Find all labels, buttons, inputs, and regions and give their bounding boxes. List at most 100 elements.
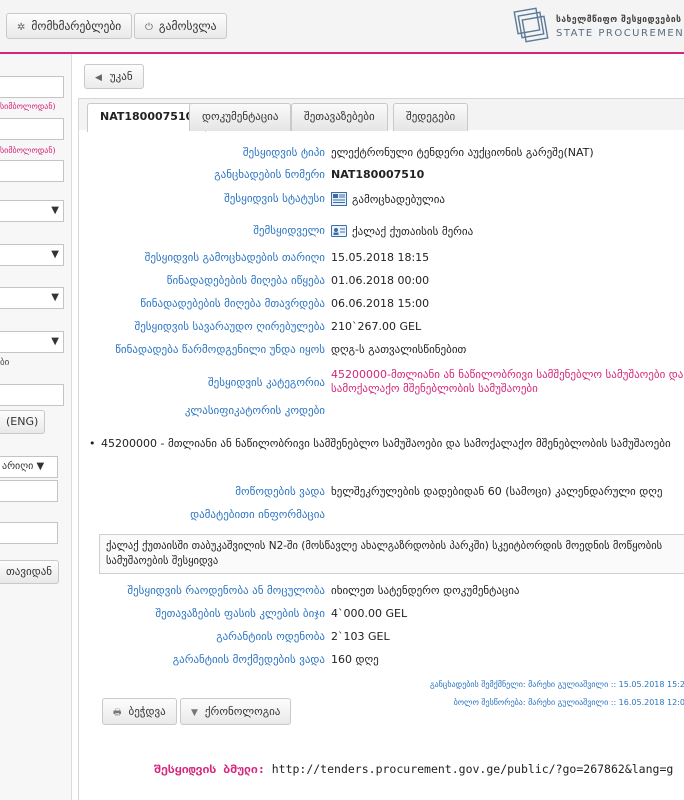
users-button[interactable]: ✲ მომხმარებლები bbox=[6, 13, 133, 39]
last-modified-meta: ბოლო შესწორება: მარეხი გულიაშვილი :: 16.… bbox=[453, 698, 684, 707]
detail-value: იხილეთ სატენდერო დოკუმენტაცია bbox=[331, 584, 520, 597]
tab-offers[interactable]: შეთავაზებები bbox=[291, 103, 388, 131]
back-button[interactable]: ◀ უკან bbox=[84, 64, 144, 89]
detail-label: განცხადების ნომერი bbox=[214, 168, 325, 181]
tender-link-row: შესყიდვის ბმული: http://tenders.procurem… bbox=[154, 762, 673, 776]
buyer-card-icon[interactable] bbox=[331, 224, 347, 238]
tender-link-url[interactable]: http://tenders.procurement.gov.ge/public… bbox=[272, 762, 674, 776]
logo-text-english: STATE PROCUREMENT AG bbox=[556, 28, 684, 39]
sidebar-input-5[interactable] bbox=[0, 480, 58, 502]
chevron-down-icon: ▼ bbox=[191, 708, 198, 718]
detail-label: გარანტიის მოქმედების ვადა bbox=[172, 653, 325, 666]
detail-value-wrap: გამოცხადებულია bbox=[331, 192, 445, 206]
chevron-left-icon: ◀ bbox=[95, 73, 102, 83]
detail-value: 01.06.2018 00:00 bbox=[331, 274, 430, 287]
users-button-label: მომხმარებლები bbox=[31, 19, 122, 33]
detail-label: გარანტიის ოდენობა bbox=[216, 630, 325, 643]
logo-text-georgian: სახელმწიფო შესყიდვების სააგ bbox=[556, 15, 684, 25]
cpv-list-item: • 45200000 - მთლიანი ან ნაწილობრივი სამშ… bbox=[89, 436, 671, 452]
detail-label: შესყიდვის რაოდენობა ან მოცულობა bbox=[127, 584, 325, 597]
detail-label: შეთავაზების ფასის კლების ბიჯი bbox=[155, 607, 325, 620]
detail-value: ხელშეკრულების დადებიდან 60 (სამოცი) კალე… bbox=[331, 485, 663, 498]
detail-value: NAT180007510 bbox=[331, 168, 425, 181]
logout-button[interactable]: ⏻ გამოსვლა bbox=[134, 13, 228, 39]
detail-label: დამატებითი ინფორმაცია bbox=[190, 508, 325, 521]
print-button-label: ბეჭდვა bbox=[128, 705, 166, 718]
detail-label: შესყიდვის სტატუსი bbox=[224, 192, 325, 205]
detail-row: შესყიდვის რაოდენობა ან მოცულობა იხილეთ ს… bbox=[79, 584, 684, 602]
chevron-down-icon: ▼ bbox=[51, 249, 59, 260]
search-sidebar: სიმბოლოდან) სიმბოლოდან) ▼ ▼ ▼ ▼ ბი (ENG)… bbox=[0, 54, 72, 800]
detail-value: ქალაქ ქუთაისის მერია bbox=[352, 225, 474, 238]
main-panel: ◀ უკან NAT180007510 დოკუმენტაცია შეთავაზე… bbox=[72, 54, 684, 800]
sidebar-input-3[interactable] bbox=[0, 160, 64, 182]
sidebar-input-2[interactable] bbox=[0, 118, 64, 140]
detail-row: გარანტიის ოდენობა 2`103 GEL bbox=[79, 630, 684, 648]
eng-button[interactable]: (ENG) bbox=[0, 410, 46, 434]
detail-row: განცხადების ნომერი NAT180007510 bbox=[79, 168, 684, 186]
detail-label: წინადადებების მიღება იწყება bbox=[166, 274, 325, 287]
detail-value: 2`103 GEL bbox=[331, 630, 390, 643]
detail-row: შეთავაზების ფასის კლების ბიჯი 4`000.00 G… bbox=[79, 607, 684, 625]
sidebar-select-3[interactable]: ▼ bbox=[0, 287, 64, 309]
detail-row: მოწოდების ვადა ხელშეკრულების დადებიდან 6… bbox=[79, 485, 684, 503]
bullet-dot: • bbox=[89, 437, 96, 450]
detail-value: ელექტრონული ტენდერი აუქციონის გარეშე(NAT… bbox=[331, 146, 594, 159]
chronology-button-label: ქრონოლოგია bbox=[204, 705, 281, 718]
chevron-down-icon: ▼ bbox=[36, 461, 45, 472]
detail-value: 160 დღე bbox=[331, 653, 379, 666]
sidebar-small-text: ბი bbox=[0, 358, 10, 368]
sidebar-select-5[interactable]: არიღი ▼ bbox=[0, 456, 58, 478]
sidebar-select-4[interactable]: ▼ bbox=[0, 331, 64, 353]
logo-emblem-icon bbox=[513, 7, 549, 43]
detail-row: დამატებითი ინფორმაცია bbox=[79, 508, 684, 526]
detail-row: შესყიდვის სტატუსი გამოცხადებულია bbox=[79, 192, 684, 210]
detail-label: შესყიდვის კატეგორია bbox=[207, 376, 325, 389]
tab-documentation[interactable]: დოკუმენტაცია bbox=[189, 103, 292, 131]
chevron-down-icon: ▼ bbox=[51, 205, 59, 216]
detail-label: კლასიფიკატორის კოდები bbox=[184, 404, 325, 417]
chronology-button[interactable]: ▼ ქრონოლოგია bbox=[180, 698, 292, 725]
detail-value: 06.06.2018 15:00 bbox=[331, 297, 430, 310]
detail-row: შესყიდვის ტიპი ელექტრონული ტენდერი აუქცი… bbox=[79, 146, 684, 164]
additional-info-text: ქალაქ ქუთაისში თაბუკაშვილის N2-ში (მოსწა… bbox=[106, 540, 663, 567]
sidebar-select-2[interactable]: ▼ bbox=[0, 244, 64, 266]
detail-value: გამოცხადებულია bbox=[352, 193, 446, 206]
detail-value: 15.05.2018 18:15 bbox=[331, 251, 430, 264]
chevron-down-icon: ▼ bbox=[51, 292, 59, 303]
printer-icon: 🖶 bbox=[113, 708, 122, 718]
logout-button-label: გამოსვლა bbox=[158, 19, 217, 33]
sidebar-select-1[interactable]: ▼ bbox=[0, 200, 64, 222]
detail-label: წინადადებების მიღება მთავრდება bbox=[140, 297, 325, 310]
cpv-item-text: 45200000 - მთლიანი ან ნაწილობრივი სამშენ… bbox=[101, 437, 671, 450]
detail-row: წინადადებების მიღება მთავრდება 06.06.201… bbox=[79, 297, 684, 315]
detail-row: შესყიდვის გამოცხადების თარიღი 15.05.2018… bbox=[79, 251, 684, 269]
reset-button[interactable]: თავიდან bbox=[0, 560, 60, 584]
detail-value: დღგ-ს გათვალისწინებით bbox=[331, 343, 467, 356]
detail-value: 4`000.00 GEL bbox=[331, 607, 408, 620]
category-value: 45200000-მთლიანი ან ნაწილობრივი სამშენებ… bbox=[331, 368, 684, 395]
created-by-meta: განცხადების შემქმნელი: მარეხი გულიაშვილი… bbox=[429, 680, 684, 689]
status-doc-icon bbox=[331, 192, 347, 206]
top-header: ✲ მომხმარებლები ⏻ გამოსვლა სახელმწიფო შესყ… bbox=[0, 0, 684, 54]
print-button[interactable]: 🖶 ბეჭდვა bbox=[102, 698, 177, 725]
detail-row: შემსყიდველი ქალაქ ქუთაისის მერია bbox=[79, 224, 684, 242]
detail-label: შესყიდვის სავარაუდო ღირებულება bbox=[134, 320, 325, 333]
gear-icon: ✲ bbox=[17, 22, 26, 33]
detail-label: შემსყიდველი bbox=[253, 224, 325, 237]
sidebar-input-1[interactable] bbox=[0, 76, 64, 98]
tab-bar: NAT180007510 დოკუმენტაცია შეთავაზებები შ… bbox=[78, 98, 684, 132]
back-button-label: უკან bbox=[109, 70, 133, 83]
sidebar-select-5-value: არიღი bbox=[2, 461, 34, 472]
detail-label: წინადადება წარმოდგენილი უნდა იყოს bbox=[115, 343, 325, 356]
sidebar-hint-2: სიმბოლოდან) bbox=[0, 146, 56, 155]
sidebar-input-4[interactable] bbox=[0, 384, 64, 406]
power-icon: ⏻ bbox=[145, 22, 153, 33]
chevron-down-icon: ▼ bbox=[51, 336, 59, 347]
detail-label: მოწოდების ვადა bbox=[235, 485, 325, 498]
tender-link-label: შესყიდვის ბმული: bbox=[154, 762, 265, 776]
tab-results[interactable]: შედეგები bbox=[393, 103, 469, 131]
sidebar-input-6[interactable] bbox=[0, 522, 58, 544]
detail-row: გარანტიის მოქმედების ვადა 160 დღე bbox=[79, 653, 684, 671]
detail-row: კლასიფიკატორის კოდები bbox=[79, 404, 684, 422]
